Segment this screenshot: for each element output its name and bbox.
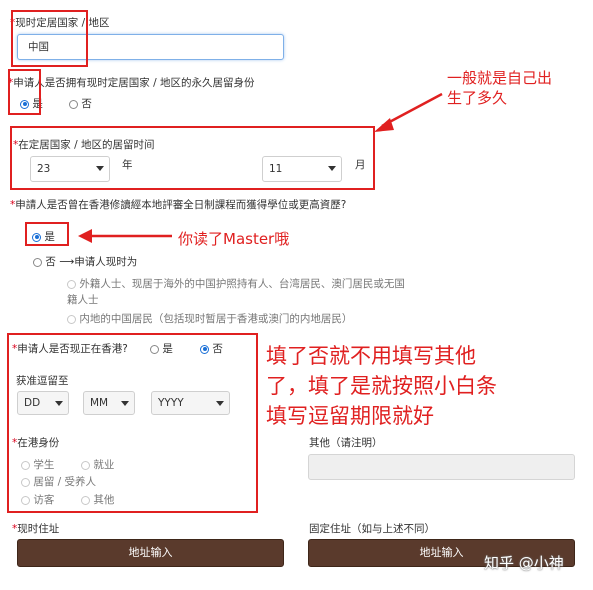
hk-study-label: *申請人是否曾在香港修讀經本地評審全日制課程而獲得學位或更高資歷? [10, 199, 347, 211]
highlight-box-duration [10, 126, 375, 190]
hk-study-no[interactable]: 否 ⟶申请人现时为 [33, 254, 137, 269]
watermark: 知乎 @小神 [484, 554, 564, 572]
radio-disabled [67, 314, 76, 324]
highlight-box-study [25, 222, 69, 246]
other-specify-input[interactable] [308, 454, 575, 480]
permanent-resident-no[interactable]: 否 [69, 96, 92, 111]
current-address-label: *现时住址 [12, 523, 60, 535]
highlight-box-permanent [8, 69, 41, 115]
sub-option-foreigner: 外籍人士、现居于海外的中国护照持有人、台湾居民、澳门居民或无国 [67, 276, 405, 291]
permanent-resident-label: *申请人是否拥有现时定居国家 / 地区的永久居留身份 [8, 77, 255, 89]
annotation-duration-note: 一般就是自己出 生了多久 [447, 69, 553, 107]
other-specify-label: 其他（请注明） [309, 437, 383, 449]
annotation-arrow-duration [374, 92, 443, 132]
radio-disabled [67, 279, 76, 289]
radio-no[interactable] [69, 99, 78, 109]
highlight-box-country [11, 10, 88, 67]
annotation-in-hk-note: 填了否就不用填写其他 了，填了是就按照小白条 填写逗留期限就好 [266, 344, 497, 428]
current-address-button[interactable]: 地址输入 [17, 539, 284, 567]
annotation-master-note: 你读了Master哦 [178, 230, 290, 248]
highlight-box-in-hk [7, 333, 258, 513]
sub-option-foreigner-cont: 籍人士 [67, 294, 99, 306]
radio-no[interactable] [33, 257, 42, 267]
annotation-arrow-master [78, 229, 172, 243]
fixed-address-label: 固定住址（如与上述不同） [309, 523, 435, 535]
sub-option-mainland: 内地的中国居民（包括现时暂居于香港或澳门的内地居民） [67, 311, 352, 326]
